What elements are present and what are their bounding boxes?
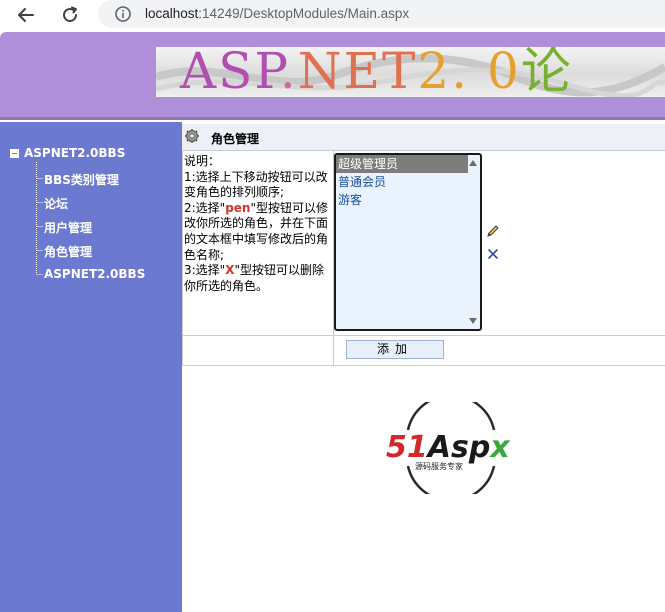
scroll-down-icon[interactable] (469, 318, 477, 324)
role-item-member[interactable]: 普通会员 (336, 173, 468, 191)
page-title: 角色管理 (211, 132, 260, 146)
banner: ASP.NET2. 0论 (156, 47, 665, 97)
instructions-line-1: 1:选择上下移动按钮可以改变角色的排列顺序; (184, 169, 328, 200)
highlight-pen: pen (225, 200, 251, 215)
pen-icon[interactable] (486, 224, 500, 238)
add-button[interactable]: 添加 (346, 340, 444, 359)
content-border (182, 151, 183, 366)
collapse-icon[interactable] (10, 149, 19, 158)
role-item-guest[interactable]: 游客 (336, 191, 468, 209)
content-row-divider (182, 335, 665, 336)
logo-tagline: 源码服务专家 (415, 461, 463, 471)
banner-title: ASP.NET2. 0论 (180, 47, 573, 97)
instructions-intro: 说明： (184, 154, 221, 168)
role-listbox[interactable]: 超级管理员 普通会员 游客 (334, 153, 482, 331)
gear-icon (185, 129, 199, 143)
51aspx-logo: 51Aspx 源码服务专家 (386, 402, 511, 494)
instructions-text: 说明： 1:选择上下移动按钮可以改变角色的排列顺序; 2:选择"pen"型按钮可… (184, 154, 332, 294)
sidebar-item-forum[interactable]: 论坛 (44, 195, 68, 212)
role-item-super-admin[interactable]: 超级管理员 (336, 155, 468, 173)
content-row-divider-bottom (182, 365, 665, 366)
sidebar-item-bbs-category[interactable]: BBS类别管理 (44, 171, 119, 188)
instructions-line-2: 2:选择"pen"型按钮可以修改你所选的角色，并在下面的文本框中填写修改后的角色… (184, 200, 329, 262)
url-text[interactable]: localhost:14249/DesktopModules/Main.aspx (145, 6, 409, 21)
sidebar-item-users[interactable]: 用户管理 (44, 219, 92, 236)
sidebar-item-aspnet-bbs[interactable]: ASPNET2.0BBS (44, 267, 145, 281)
instructions-line-3: 3:选择"X"型按钮可以删除你所选的角色。 (184, 263, 324, 293)
url-path: :14249/DesktopModules/Main.aspx (198, 6, 410, 21)
logo-brand-text: 51Aspx (386, 430, 511, 465)
listbox-scrollbar[interactable] (466, 155, 480, 329)
sidebar-item-roles[interactable]: 角色管理 (44, 243, 92, 260)
tree-root-label[interactable]: ASPNET2.0BBS (24, 146, 125, 160)
scroll-up-icon[interactable] (469, 160, 477, 166)
delete-x-icon[interactable] (487, 248, 499, 260)
